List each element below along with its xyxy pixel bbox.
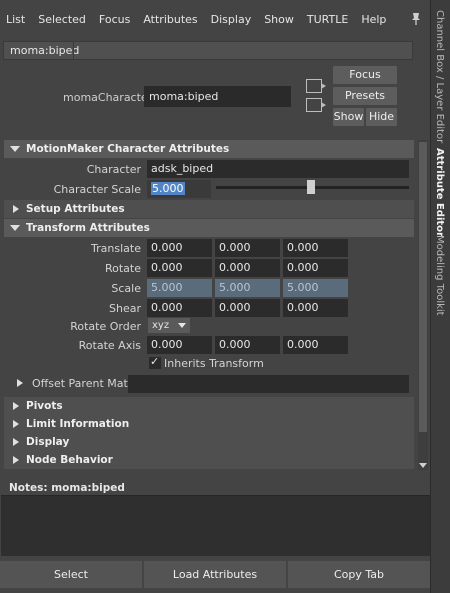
rotate-x-field[interactable]: 0.000 <box>147 259 212 277</box>
section-title: Transform Attributes <box>26 222 150 234</box>
rotate-axis-label: Rotate Axis <box>78 339 141 352</box>
notes-text-area[interactable] <box>1 495 430 556</box>
menu-bar: List Selected Focus Attributes Display S… <box>0 0 430 38</box>
collapse-arrow-icon <box>13 205 19 213</box>
tab-attribute-editor[interactable]: Attribute Editor <box>434 148 445 237</box>
hide-button[interactable]: Hide <box>366 108 397 126</box>
section-node-behavior[interactable]: Node Behavior <box>4 451 414 469</box>
menu-show[interactable]: Show <box>264 13 294 26</box>
rotate-axis-x-field[interactable]: 0.000 <box>147 336 212 354</box>
node-tab[interactable]: moma:biped <box>3 41 413 60</box>
scale-x-field[interactable]: 5.000 <box>147 279 212 297</box>
attributes-scrollbar[interactable] <box>418 140 428 470</box>
menu-focus[interactable]: Focus <box>99 13 130 26</box>
tab-modeling-toolkit[interactable]: Modeling Toolkit <box>434 235 445 316</box>
attribute-editor-panel: List Selected Focus Attributes Display S… <box>0 0 430 593</box>
rotate-order-value: xyz <box>152 320 170 331</box>
load-attributes-button[interactable]: Load Attributes <box>144 561 286 588</box>
shear-z-field[interactable]: 0.000 <box>283 299 348 317</box>
section-pivots[interactable]: Pivots <box>4 397 414 415</box>
collapse-arrow-icon <box>13 402 19 410</box>
translate-y-field[interactable]: 0.000 <box>215 239 280 257</box>
input-connection-icon[interactable] <box>306 79 326 93</box>
show-button[interactable]: Show <box>333 108 364 126</box>
scale-y-field[interactable]: 5.000 <box>215 279 280 297</box>
translate-z-field[interactable]: 0.000 <box>283 239 348 257</box>
chevron-down-icon <box>178 323 186 328</box>
section-setup-attributes[interactable]: Setup Attributes <box>4 200 414 218</box>
moma-character-field[interactable]: moma:biped <box>144 86 291 107</box>
tab-channel-box[interactable]: Channel Box / Layer Editor <box>434 10 445 143</box>
moma-character-label: momaCharacter: <box>63 91 156 104</box>
scale-label: Scale <box>111 282 141 295</box>
collapse-arrow-icon <box>13 420 19 428</box>
menu-turtle[interactable]: TURTLE <box>307 13 348 26</box>
menu-help[interactable]: Help <box>361 13 386 26</box>
section-title: Limit Information <box>26 418 130 430</box>
section-title: MotionMaker Character Attributes <box>26 143 230 155</box>
section-display[interactable]: Display <box>4 433 414 451</box>
section-transform-attributes[interactable]: Transform Attributes <box>4 219 414 237</box>
rotate-order-dropdown[interactable]: xyz <box>148 318 190 333</box>
rotate-order-label: Rotate Order <box>70 320 141 333</box>
scrollbar-thumb[interactable] <box>419 142 427 432</box>
menu-attributes[interactable]: Attributes <box>143 13 197 26</box>
section-title: Setup Attributes <box>26 203 125 215</box>
output-connection-icon[interactable] <box>306 98 326 112</box>
character-field[interactable]: adsk_biped <box>147 160 409 178</box>
character-label: Character <box>86 163 141 176</box>
notes-label: Notes: moma:biped <box>9 482 125 494</box>
expand-arrow-icon <box>10 225 20 231</box>
collapse-arrow-icon <box>13 456 19 464</box>
side-tab-strip: Channel Box / Layer Editor Attribute Edi… <box>430 0 450 593</box>
rotate-axis-z-field[interactable]: 0.000 <box>283 336 348 354</box>
scale-z-field[interactable]: 5.000 <box>283 279 348 297</box>
menu-display[interactable]: Display <box>211 13 252 26</box>
menu-selected[interactable]: Selected <box>38 13 86 26</box>
rotate-label: Rotate <box>104 262 141 275</box>
rotate-y-field[interactable]: 0.000 <box>215 259 280 277</box>
scroll-down-arrow-icon[interactable] <box>419 463 427 468</box>
inherits-transform-label: Inherits Transform <box>164 357 264 370</box>
character-scale-value: 5.000 <box>151 182 185 195</box>
presets-button[interactable]: Presets <box>333 87 397 105</box>
section-title: Node Behavior <box>26 454 113 466</box>
section-motionmaker[interactable]: MotionMaker Character Attributes <box>4 140 414 158</box>
bottom-button-bar: Select Load Attributes Copy Tab <box>0 561 430 588</box>
slider-handle[interactable] <box>306 180 315 194</box>
section-title: Pivots <box>26 400 63 412</box>
offset-parent-matrix-label: Offset Parent Matrix <box>32 377 142 390</box>
pin-icon[interactable] <box>410 12 422 26</box>
collapse-arrow-icon <box>13 438 19 446</box>
translate-x-field[interactable]: 0.000 <box>147 239 212 257</box>
inherits-transform-checkbox[interactable] <box>149 355 161 369</box>
select-button[interactable]: Select <box>0 561 142 588</box>
expand-arrow-icon[interactable] <box>17 379 23 387</box>
expand-arrow-icon <box>10 146 20 152</box>
shear-y-field[interactable]: 0.000 <box>215 299 280 317</box>
tab-divider <box>73 41 74 60</box>
offset-parent-matrix-field[interactable] <box>128 375 409 393</box>
section-title: Display <box>26 436 70 448</box>
rotate-axis-y-field[interactable]: 0.000 <box>215 336 280 354</box>
character-scale-label: Character Scale <box>53 183 141 196</box>
section-limit-information[interactable]: Limit Information <box>4 415 414 433</box>
shear-label: Shear <box>109 302 141 315</box>
translate-label: Translate <box>91 242 141 255</box>
focus-button[interactable]: Focus <box>333 66 397 84</box>
menu-list[interactable]: List <box>6 13 25 26</box>
character-scale-field[interactable]: 5.000 <box>147 180 211 198</box>
shear-x-field[interactable]: 0.000 <box>147 299 212 317</box>
copy-tab-button[interactable]: Copy Tab <box>288 561 430 588</box>
rotate-z-field[interactable]: 0.000 <box>283 259 348 277</box>
